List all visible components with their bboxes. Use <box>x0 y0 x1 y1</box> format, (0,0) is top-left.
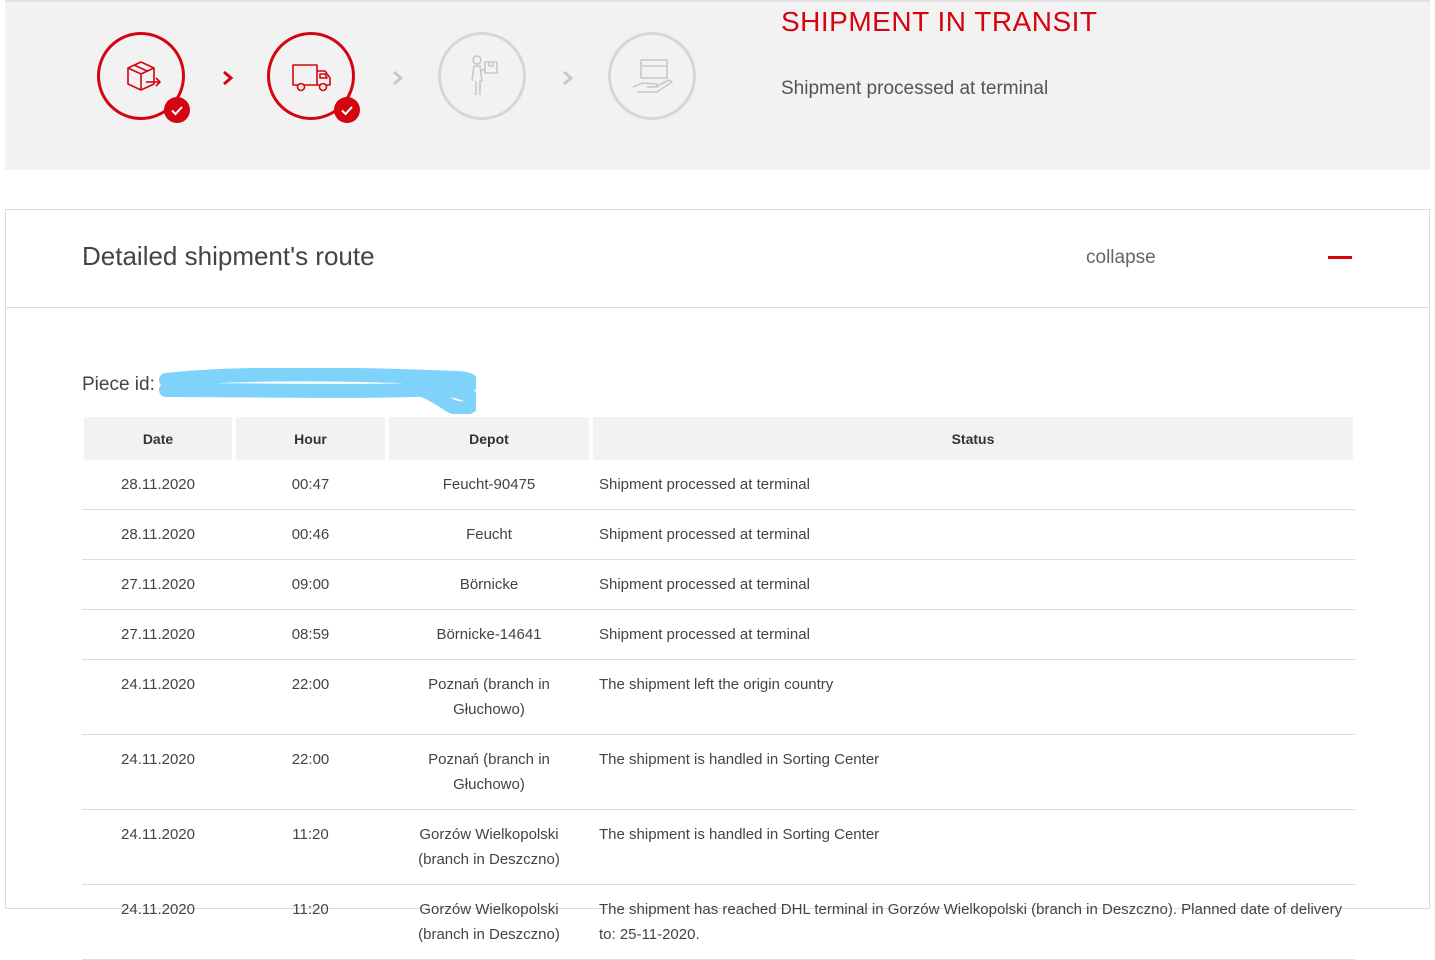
step-courier <box>438 32 526 120</box>
courier-icon <box>471 55 498 95</box>
cell-hour: 22:00 <box>234 660 387 735</box>
table-row: 24.11.2020 22:00 Poznań (branch in Głuch… <box>82 660 1355 735</box>
cell-depot: Börnicke-14641 <box>387 610 591 660</box>
cell-depot: Poznań (branch in Głuchowo) <box>387 660 591 735</box>
cell-date: 27.11.2020 <box>82 560 234 610</box>
cell-hour: 00:46 <box>234 510 387 560</box>
step-shipment-prepared <box>97 32 190 123</box>
cell-hour: 08:59 <box>234 610 387 660</box>
hand-package-icon <box>632 59 673 93</box>
column-header-hour: Hour <box>234 417 387 460</box>
table-row: 27.11.2020 08:59 Börnicke-14641 Shipment… <box>82 610 1355 660</box>
collapse-link[interactable]: collapse <box>1086 247 1156 269</box>
step-delivered <box>608 32 696 120</box>
cell-depot: Feucht-90475 <box>387 460 591 510</box>
cell-date: 27.11.2020 <box>82 610 234 660</box>
cell-status: The shipment has reached DHL terminal in… <box>591 885 1355 960</box>
cell-depot: Feucht <box>387 510 591 560</box>
route-table-header: Date Hour Depot Status <box>82 417 1355 460</box>
chevron-right-icon <box>223 70 234 86</box>
table-row: 28.11.2020 00:47 Feucht-90475 Shipment p… <box>82 460 1355 510</box>
cell-hour: 22:00 <box>234 735 387 810</box>
completed-check-icon <box>164 97 190 123</box>
table-row: 28.11.2020 00:46 Feucht Shipment process… <box>82 510 1355 560</box>
tracking-progress-panel: SHIPMENT IN TRANSIT Shipment processed a… <box>5 0 1430 170</box>
column-header-depot: Depot <box>387 417 591 460</box>
cell-status: The shipment is handled in Sorting Cente… <box>591 810 1355 885</box>
collapse-minus-icon[interactable] <box>1328 256 1352 259</box>
cell-status: Shipment processed at terminal <box>591 510 1355 560</box>
redacted-piece-id <box>159 368 476 414</box>
table-row: 24.11.2020 11:20 Gorzów Wielkopolski (br… <box>82 810 1355 885</box>
cell-status: The shipment left the origin country <box>591 660 1355 735</box>
completed-check-icon <box>334 97 360 123</box>
route-card: Detailed shipment's route collapse Piece… <box>5 209 1430 960</box>
shipment-status-title: SHIPMENT IN TRANSIT <box>781 6 1098 37</box>
cell-status: Shipment processed at terminal <box>591 460 1355 510</box>
route-title: Detailed shipment's route <box>82 241 375 271</box>
chevron-right-icon <box>393 70 404 86</box>
table-row: 27.11.2020 09:00 Börnicke Shipment proce… <box>82 560 1355 610</box>
cell-depot: Poznań (branch in Głuchowo) <box>387 735 591 810</box>
step-in-transit <box>267 32 360 123</box>
cell-hour: 11:20 <box>234 810 387 885</box>
piece-id-label: Piece id: <box>82 374 155 395</box>
cell-date: 28.11.2020 <box>82 510 234 560</box>
chevron-right-icon <box>563 70 574 86</box>
route-header[interactable]: Detailed shipment's route collapse <box>6 210 1429 308</box>
cell-depot: Gorzów Wielkopolski (branch in Deszczno) <box>387 885 591 960</box>
cell-date: 24.11.2020 <box>82 885 234 960</box>
cell-depot: Börnicke <box>387 560 591 610</box>
route-table: Date Hour Depot Status 28.11.2020 00:47 … <box>82 417 1355 960</box>
cell-date: 28.11.2020 <box>82 460 234 510</box>
cell-date: 24.11.2020 <box>82 735 234 810</box>
column-header-status: Status <box>591 417 1355 460</box>
cell-hour: 09:00 <box>234 560 387 610</box>
cell-depot: Gorzów Wielkopolski (branch in Deszczno) <box>387 810 591 885</box>
cell-hour: 00:47 <box>234 460 387 510</box>
shipment-status-subtitle: Shipment processed at terminal <box>781 78 1049 99</box>
cell-status: Shipment processed at terminal <box>591 560 1355 610</box>
cell-hour: 11:20 <box>234 885 387 960</box>
table-row: 24.11.2020 11:20 Gorzów Wielkopolski (br… <box>82 885 1355 960</box>
cell-status: The shipment is handled in Sorting Cente… <box>591 735 1355 810</box>
cell-date: 24.11.2020 <box>82 660 234 735</box>
column-header-date: Date <box>82 417 234 460</box>
cell-status: Shipment processed at terminal <box>591 610 1355 660</box>
cell-date: 24.11.2020 <box>82 810 234 885</box>
table-row: 24.11.2020 22:00 Poznań (branch in Głuch… <box>82 735 1355 810</box>
